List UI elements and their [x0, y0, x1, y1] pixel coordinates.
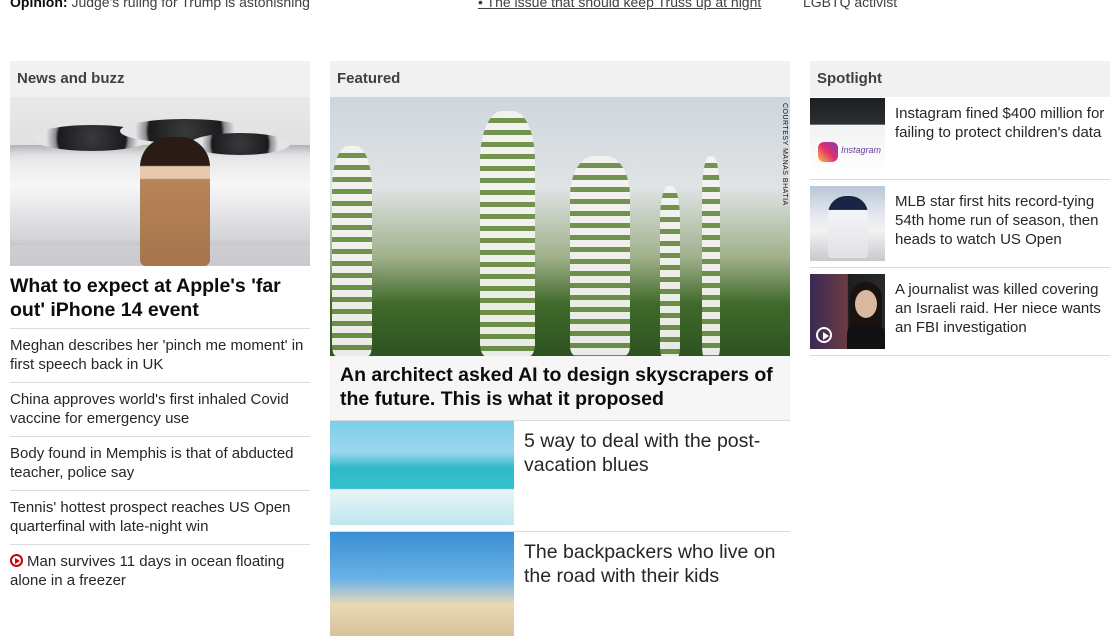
list-item[interactable]: Tennis' hottest prospect reaches US Open…	[10, 490, 310, 544]
spotlight-item-text: Instagram fined $400 million for failing…	[895, 105, 1105, 141]
section-heading-featured: Featured	[330, 61, 790, 97]
instagram-thumbnail: Instagram	[810, 98, 885, 173]
featured-story[interactable]: 5 way to deal with the post-vacation blu…	[330, 420, 790, 525]
video-play-icon	[816, 327, 832, 343]
list-item-text: Body found in Memphis is that of abducte…	[10, 445, 294, 481]
news-and-buzz-section: News and buzz What to expect at Apple's …	[10, 61, 310, 598]
previous-section-row: Opinion: Judge's ruling for Trump is ast…	[0, 0, 1120, 16]
section-heading-spotlight: Spotlight	[810, 61, 1110, 97]
ai-skyscrapers-image[interactable]: COURTESY MANAS BHATIA	[330, 97, 790, 356]
list-item-text: Tennis' hottest prospect reaches US Open…	[10, 499, 291, 535]
section-heading-news-and-buzz: News and buzz	[10, 61, 310, 97]
list-item-text: Man survives 11 days in ocean floating a…	[10, 553, 285, 589]
featured-story-text: The backpackers who live on the road wit…	[524, 541, 776, 587]
opinion-link[interactable]: Opinion: Judge's ruling for Trump is ast…	[10, 0, 310, 10]
tower-shape	[570, 156, 630, 356]
spotlight-item[interactable]: Instagram Instagram fined $400 million f…	[810, 97, 1110, 180]
headline-list: Meghan describes her 'pinch me moment' i…	[10, 328, 310, 598]
tower-shape	[660, 186, 680, 356]
opinion-headline: Judge's ruling for Trump is astonishing	[71, 0, 310, 10]
mlb-player-thumbnail	[810, 186, 885, 261]
list-item[interactable]: Man survives 11 days in ocean floating a…	[10, 544, 310, 598]
instagram-logo-icon	[818, 142, 838, 162]
tower-shape	[702, 156, 720, 356]
featured-lead-caption[interactable]: An architect asked AI to design skyscrap…	[330, 356, 790, 420]
instagram-logo-text: Instagram	[841, 145, 882, 155]
opinion-label: Opinion:	[10, 0, 68, 10]
person-silhouette	[140, 137, 210, 266]
tower-shape	[332, 146, 372, 356]
list-item[interactable]: China approves world's first inhaled Cov…	[10, 382, 310, 436]
play-icon	[10, 554, 23, 567]
journalist-thumbnail	[810, 274, 885, 349]
featured-story-text: 5 way to deal with the post-vacation blu…	[524, 430, 761, 476]
face-shape	[855, 290, 877, 318]
vacation-pool-thumbnail	[330, 421, 514, 525]
spotlight-item[interactable]: A journalist was killed covering an Isra…	[810, 268, 1110, 356]
image-credit: COURTESY MANAS BHATIA	[781, 103, 788, 206]
featured-section: Featured COURTESY MANAS BHATIA An archit…	[330, 61, 790, 636]
spotlight-item[interactable]: MLB star first hits record-tying 54th ho…	[810, 180, 1110, 268]
backpackers-family-thumbnail	[330, 532, 514, 636]
lead-headline[interactable]: What to expect at Apple's 'far out' iPho…	[10, 274, 310, 322]
shirt-shape	[847, 324, 885, 349]
list-item-text: China approves world's first inhaled Cov…	[10, 391, 289, 427]
truss-link[interactable]: • The issue that should keep Truss up at…	[478, 0, 761, 10]
spotlight-item-text: A journalist was killed covering an Isra…	[895, 281, 1101, 336]
spotlight-item-text: MLB star first hits record-tying 54th ho…	[895, 193, 1099, 248]
tower-shape	[480, 111, 535, 356]
list-item[interactable]: Body found in Memphis is that of abducte…	[10, 436, 310, 490]
list-item[interactable]: Meghan describes her 'pinch me moment' i…	[10, 328, 310, 382]
featured-story[interactable]: The backpackers who live on the road wit…	[330, 531, 790, 636]
list-item-text: Meghan describes her 'pinch me moment' i…	[10, 337, 304, 373]
lgbtq-link[interactable]: LGBTQ activist	[803, 0, 897, 10]
iphone-event-image[interactable]	[10, 97, 310, 266]
spotlight-section: Spotlight Instagram Instagram fined $400…	[810, 61, 1110, 356]
player-silhouette	[828, 196, 868, 258]
